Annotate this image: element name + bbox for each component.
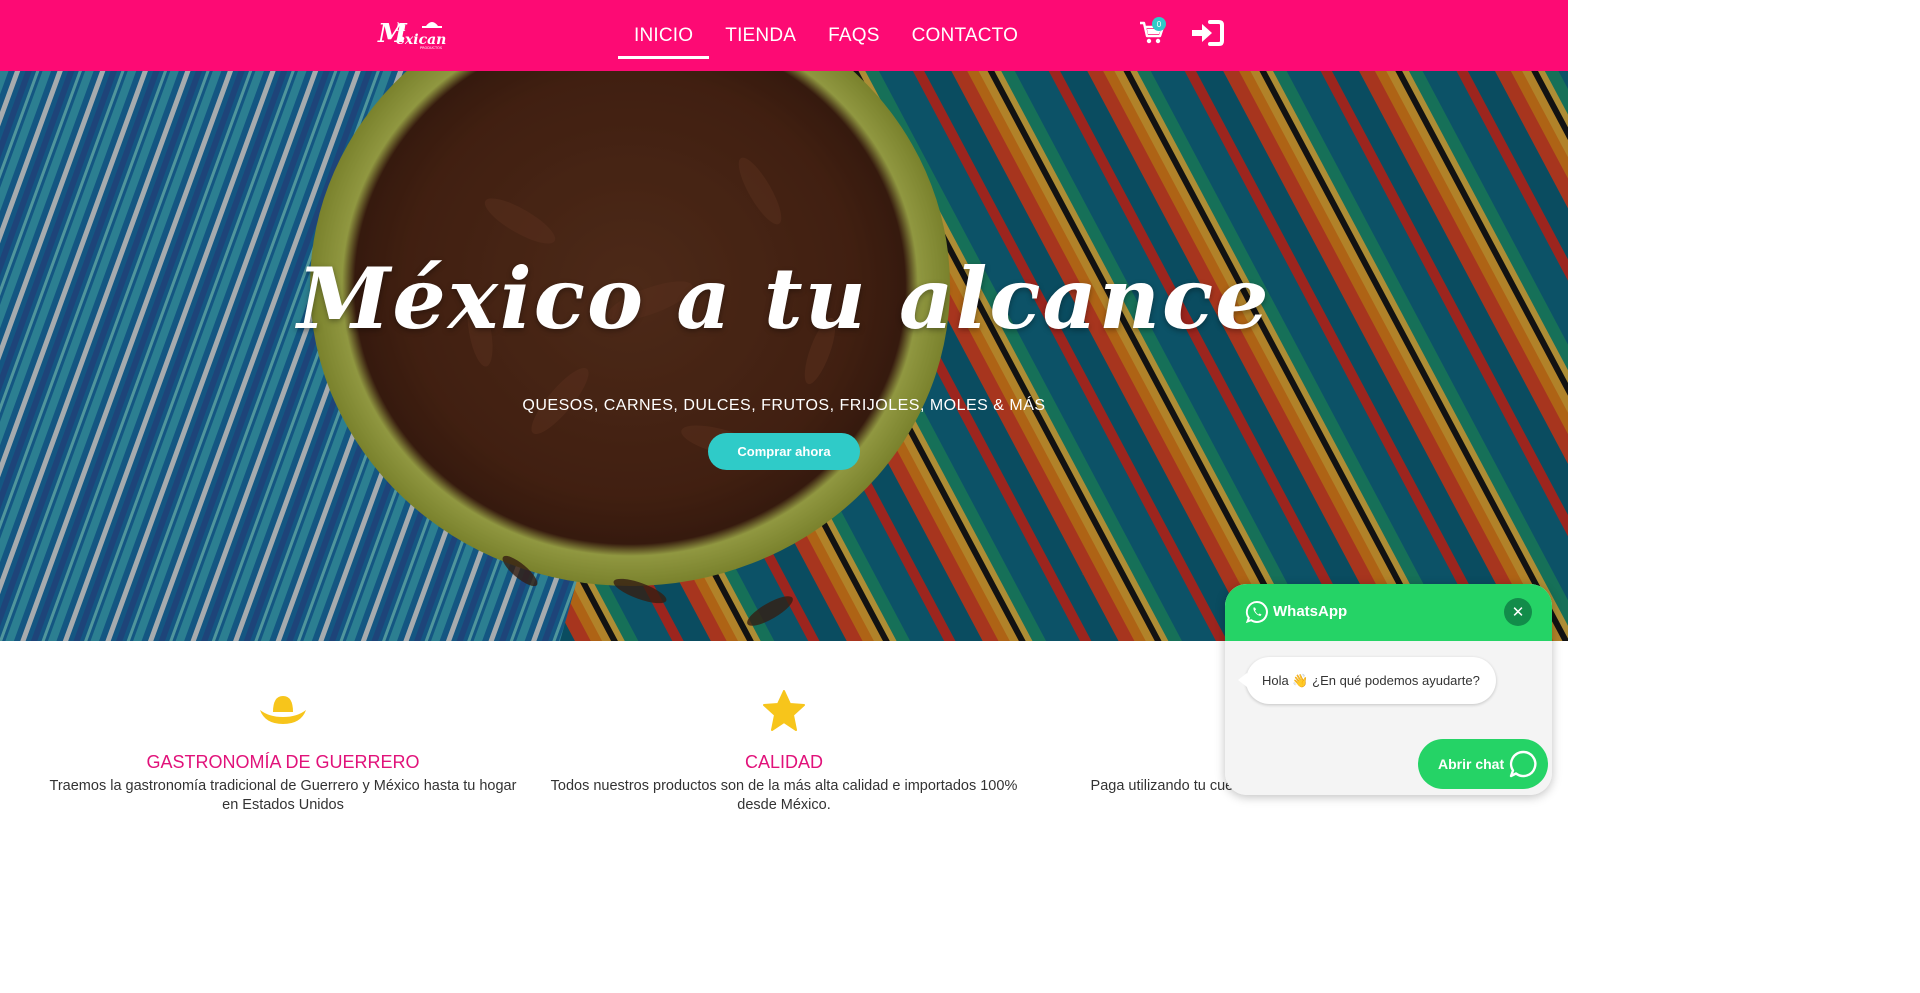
hero-title: México a tu alcance bbox=[297, 249, 1271, 348]
cart-count-badge: 0 bbox=[1152, 17, 1166, 31]
feature-title: GASTRONOMÍA DE GUERRERO bbox=[146, 752, 420, 772]
whatsapp-title: WhatsApp bbox=[1273, 603, 1348, 620]
sombrero-icon bbox=[260, 696, 306, 724]
whatsapp-chat-widget: WhatsApp ✕ Hola 👋 ¿En qué podemos ayudar… bbox=[1225, 584, 1552, 795]
whatsapp-body: Hola 👋 ¿En qué podemos ayudarte? Abrir c… bbox=[1225, 641, 1552, 795]
hero-banner: México a tu alcance QUESOS, CARNES, DULC… bbox=[0, 71, 1568, 641]
open-chat-label: Abrir chat bbox=[1438, 756, 1505, 772]
feature-text: Traemos la gastronomía tradicional de Gu… bbox=[49, 778, 517, 813]
site-logo[interactable]: M la exicana PRODUCTOS bbox=[376, 16, 446, 50]
nav-item-contacto[interactable]: CONTACTO bbox=[896, 0, 1034, 71]
sign-in-icon[interactable] bbox=[1190, 19, 1224, 47]
shop-now-button[interactable]: Comprar ahora bbox=[708, 433, 860, 470]
feature-title: CALIDAD bbox=[744, 752, 824, 772]
site-header: M la exicana PRODUCTOS INICIO TIENDA FAQ… bbox=[0, 0, 1568, 71]
whatsapp-icon bbox=[1245, 600, 1268, 624]
logo-mark: M la exicana PRODUCTOS bbox=[377, 19, 446, 50]
nav-item-tienda[interactable]: TIENDA bbox=[709, 0, 812, 71]
nav-item-inicio[interactable]: INICIO bbox=[618, 0, 710, 71]
chat-bubble-icon bbox=[1509, 750, 1537, 778]
close-icon[interactable]: ✕ bbox=[1504, 598, 1532, 626]
hero-dim-overlay bbox=[0, 71, 1568, 641]
main-nav: INICIO TIENDA FAQS CONTACTO bbox=[618, 0, 1034, 71]
open-chat-button[interactable]: Abrir chat bbox=[1418, 739, 1548, 789]
svg-text:PRODUCTOS: PRODUCTOS bbox=[420, 46, 443, 50]
whatsapp-header: WhatsApp ✕ bbox=[1225, 584, 1552, 641]
feature-calidad: CALIDAD Todos nuestros productos son de … bbox=[534, 690, 1034, 815]
hero-subtitle: QUESOS, CARNES, DULCES, FRUTOS, FRIJOLES… bbox=[522, 397, 1046, 414]
feature-text: Todos nuestros productos son de la más a… bbox=[550, 778, 1018, 813]
greeting-bubble: Hola 👋 ¿En qué podemos ayudarte? bbox=[1238, 657, 1496, 704]
star-icon bbox=[763, 690, 805, 731]
feature-gastronomia: GASTRONOMÍA DE GUERRERO Traemos la gastr… bbox=[33, 690, 533, 815]
nav-item-faqs[interactable]: FAQS bbox=[812, 0, 895, 71]
